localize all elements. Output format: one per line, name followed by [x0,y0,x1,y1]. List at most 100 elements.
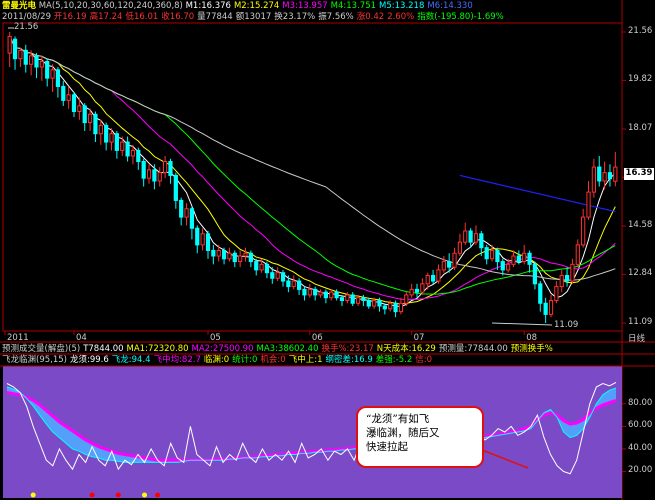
candle-body [104,124,109,143]
candle-body [350,294,355,304]
candle-body [50,69,55,79]
candle-body [414,288,420,293]
candle-body [238,255,243,263]
candle-body [393,302,398,313]
ma-value-2-label: M2: [233,1,250,11]
candle-body [114,133,119,151]
quote-item-6-value: 23.17% [282,12,316,22]
quote-values: 开16.19 高17.24 低16.01 收16.70 量77844 额13017 换23.… [54,12,507,22]
candle-body [602,172,607,182]
candle-body [136,149,141,163]
candle-body [463,230,468,243]
signal-dot [115,492,121,498]
candle-body [313,288,318,296]
quote-item-9: 2.60% [387,12,414,22]
candle-body [318,291,323,296]
candle-body [506,263,511,271]
sub-indicator-item-5: 统计:0 [232,355,258,365]
quote-item-6-label: 换 [274,12,283,22]
candle-body [61,85,66,101]
candle-body [355,297,361,304]
candle-body [495,249,500,263]
candle-body [286,280,291,288]
quote-item-2-label: 低 [125,12,134,22]
candle-body [570,263,575,282]
candle-body [484,247,489,260]
candle-body [425,274,430,285]
candle-body [591,166,596,193]
quote-item-10-value: (-195.80)-1.69% [434,12,504,22]
sub-indicator-item-1: 龙须:99.6 [69,355,109,365]
indicator-item-7: 预测量:77844.00 [438,344,508,354]
ma-value-5-label: M5: [379,1,395,11]
signal-dot [89,492,95,498]
candle-body [18,49,23,60]
low-marker: 11.09 [554,320,579,330]
candle-body [264,263,270,274]
sub-indicator-item-10: 信:0 [415,355,433,365]
candle-body [581,216,586,246]
quote-item-10-label: 指数 [417,12,435,22]
candle-body [548,299,554,315]
ma-value-3: M3:13.957 [282,1,327,11]
signal-dot [155,492,161,498]
ma-value-6-value: 14.330 [442,1,473,11]
candle-body [93,113,98,135]
candle-body [479,233,484,249]
ma-label: MA(5,10,20,30,60,120,240,360,8) [38,1,183,11]
ma-value-1-value: 16.376 [201,1,231,11]
candle-body [157,172,162,182]
candle-body [532,263,538,285]
candle-body [554,286,559,301]
sub-indicator-item-4: 临渊:0 [203,355,230,365]
ma-line-M5 [9,36,616,281]
quote-item-2: 低16.01 [125,12,158,22]
ma-line-M1 [9,36,616,308]
quote-item-4: 量77844 [197,12,233,22]
sub-y-tick-label: 20.00 [628,465,653,476]
candle-body [280,272,286,282]
candle-body [23,49,28,65]
ma-value-6: M6:14.330 [427,1,472,11]
candle-body [613,166,618,182]
candle-body [409,288,414,296]
candle-body [259,263,264,271]
indicator-item-4: MA3:38602.40 [256,344,319,354]
candle-body [141,161,146,179]
candle-body [45,60,50,79]
candle-body [87,113,93,124]
candle-body [500,261,505,271]
candle-body [125,141,130,157]
sub-y-tick-label: 60.00 [628,420,653,431]
candle-body [29,55,34,65]
candle-body [575,244,580,265]
candle-body [152,169,157,182]
stock-name[interactable]: 雷曼光电 [2,1,36,11]
candle-body [270,272,275,279]
indicator-item-3: MA2:27500.90 [191,344,254,354]
candle-body [538,283,543,304]
sub-indicator-item-6: 机会:0 [260,355,286,365]
quote-item-4-label: 量 [197,12,206,22]
ma-values: M1:16.376 M2:15.274 M3:13.957 M4:13.751 M5:1… [186,1,476,11]
signal-dot [30,492,36,498]
candle-body [430,274,436,282]
ma-value-4: M4:13.751 [331,1,376,11]
sub-indicator-item-7: 飞中上:1 [288,355,323,365]
ma-value-2-value: 15.274 [249,1,280,11]
candle-body [248,252,253,263]
candle-body [522,252,527,263]
price-y-tick-label: 18.07 [628,123,653,133]
ma-value-4-label: M4: [330,1,347,11]
candle-body [179,199,184,218]
candle-body [382,305,387,310]
candle-body [436,269,441,282]
candle-body [377,299,382,307]
period-label[interactable]: 日线 [628,334,645,345]
ma-value-6-label: M6: [427,1,443,11]
price-x-tick-label: 07 [413,333,425,343]
candle-body [232,252,237,263]
quote-item-5-value: 13017 [244,12,272,22]
header-line-2: 2011/08/29 开16.19 高17.24 低16.01 收16.70 量7784… [2,12,507,23]
price-y-tick-label: 21.56 [628,26,653,36]
